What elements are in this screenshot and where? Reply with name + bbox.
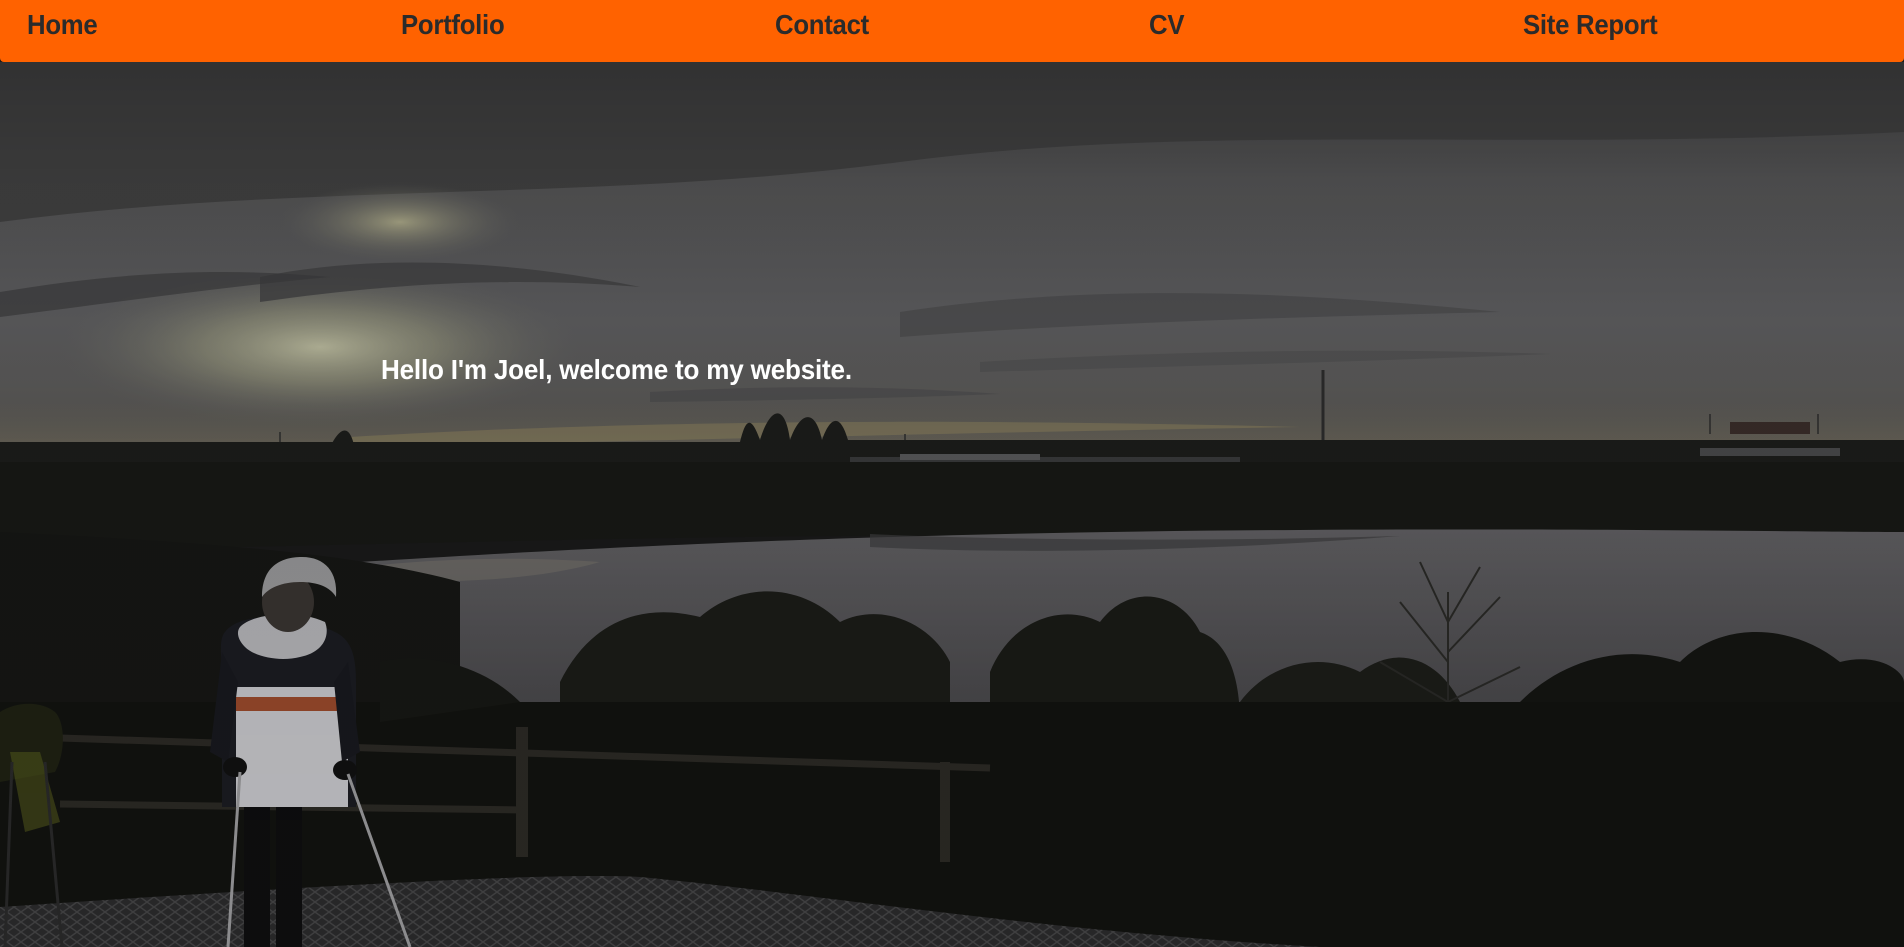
nav-link-contact[interactable]: Contact — [775, 8, 869, 42]
nav-link-portfolio[interactable]: Portfolio — [401, 8, 505, 42]
page: Home Portfolio Contact CV Site Report He… — [0, 0, 1904, 947]
hero-section: Hello I'm Joel, welcome to my website. — [0, 62, 1904, 947]
hero-heading: Hello I'm Joel, welcome to my website. — [381, 354, 852, 385]
nav-link-site-report[interactable]: Site Report — [1523, 8, 1658, 42]
nav-link-home[interactable]: Home — [27, 8, 98, 42]
hero-background-image — [0, 62, 1904, 947]
nav-link-cv[interactable]: CV — [1149, 8, 1185, 42]
nav-bar: Home Portfolio Contact CV Site Report — [0, 0, 1904, 62]
